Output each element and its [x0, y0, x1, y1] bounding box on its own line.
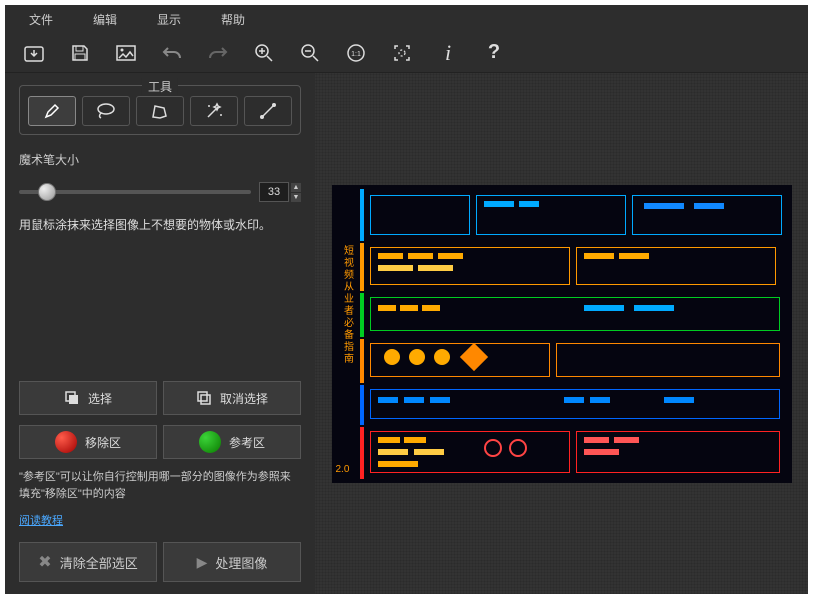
remove-zone-button[interactable]: 移除区 [19, 425, 157, 459]
brush-size-label: 魔术笔大小 [19, 151, 301, 168]
menu-view[interactable]: 显示 [137, 7, 201, 32]
x-icon: ✖ [38, 552, 51, 572]
deselect-button[interactable]: 取消选择 [163, 381, 301, 415]
clear-all-button[interactable]: ✖清除全部选区 [19, 542, 157, 582]
help-button[interactable]: ? [477, 36, 511, 70]
tool-legend: 工具 [142, 78, 178, 95]
save-button[interactable] [63, 36, 97, 70]
play-icon: ▶ [197, 554, 208, 571]
tool-polygon[interactable] [136, 96, 184, 126]
tool-group: 工具 [19, 85, 301, 135]
menu-edit[interactable]: 编辑 [73, 7, 137, 32]
tool-magic-wand[interactable] [190, 96, 238, 126]
tool-lasso[interactable] [82, 96, 130, 126]
tutorial-link[interactable]: 阅读教程 [19, 512, 301, 528]
brush-size-spinner[interactable]: ▲▼ [291, 183, 301, 202]
svg-text:1:1: 1:1 [351, 51, 361, 58]
select-button[interactable]: 选择 [19, 381, 157, 415]
zoom-in-button[interactable] [247, 36, 281, 70]
process-button[interactable]: ▶处理图像 [163, 542, 301, 582]
zoom-actual-button[interactable]: 1:1 [339, 36, 373, 70]
preview-image: 短视频从业者必备指南 2.0 [332, 185, 792, 483]
side-panel: 工具 魔术笔大小 ▲▼ 用鼠标涂抹来选择图像上不 [5, 73, 315, 594]
open-button[interactable] [17, 36, 51, 70]
menubar: 文件 编辑 显示 帮助 [5, 5, 808, 33]
zoom-out-button[interactable] [293, 36, 327, 70]
redo-button[interactable] [201, 36, 235, 70]
tool-marker[interactable] [28, 96, 76, 126]
ref-zone-button[interactable]: 参考区 [163, 425, 301, 459]
green-dot-icon [199, 431, 221, 453]
info-button[interactable]: i [431, 36, 465, 70]
tool-hint: 用鼠标涂抹来选择图像上不想要的物体或水印。 [19, 216, 301, 235]
image-button[interactable] [109, 36, 143, 70]
canvas-area[interactable]: 短视频从业者必备指南 2.0 [315, 73, 808, 594]
toolbar: 1:1 i ? [5, 33, 808, 73]
zoom-fit-button[interactable] [385, 36, 419, 70]
brush-size-slider[interactable] [19, 183, 251, 201]
zone-note: "参考区"可以让你自行控制用哪一部分的图像作为参照来填充"移除区"中的内容 [19, 469, 301, 502]
image-vertical-label: 短视频从业者必备指南 [338, 245, 354, 365]
brush-size-input[interactable] [259, 182, 289, 202]
image-version: 2.0 [336, 464, 350, 475]
menu-help[interactable]: 帮助 [201, 7, 265, 32]
menu-file[interactable]: 文件 [9, 7, 73, 32]
tool-line[interactable] [244, 96, 292, 126]
undo-button[interactable] [155, 36, 189, 70]
red-dot-icon [55, 431, 77, 453]
